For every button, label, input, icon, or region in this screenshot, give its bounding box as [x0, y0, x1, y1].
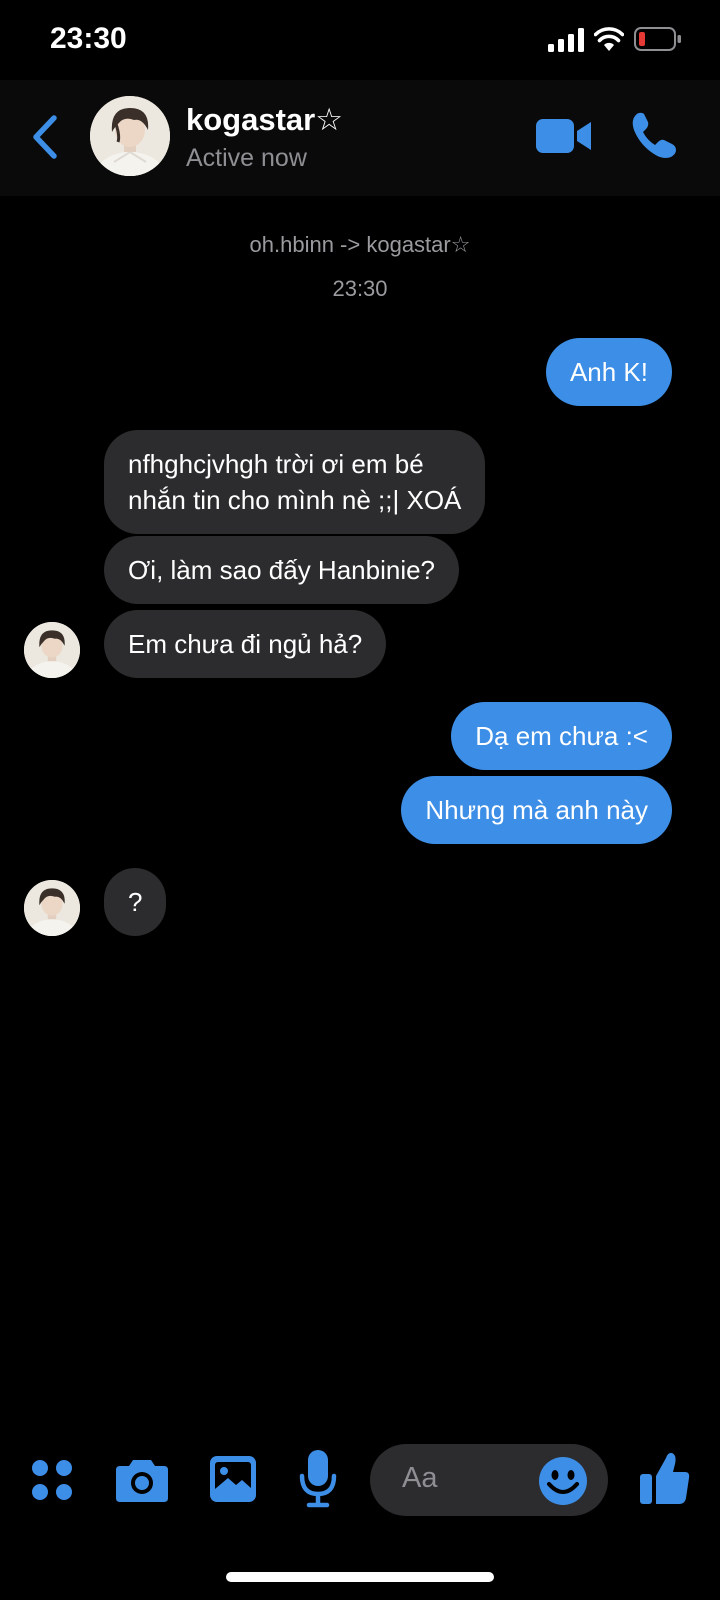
- status-time: 23:30: [50, 22, 127, 55]
- outgoing-message[interactable]: Anh K!: [545, 338, 672, 406]
- message-thread[interactable]: oh.hbinn -> kogastar☆ 23:30 Anh K! nfhgh…: [0, 196, 720, 1416]
- apps-grid-icon[interactable]: [30, 1458, 74, 1502]
- incoming-message[interactable]: Em chưa đi ngủ hả?: [104, 610, 387, 678]
- message-timestamp: 23:30: [332, 276, 388, 301]
- nickname-change-notice: oh.hbinn -> kogastar☆: [249, 232, 471, 257]
- contact-active-status: Active now: [186, 144, 307, 172]
- thumbs-up-icon[interactable]: [640, 1450, 690, 1506]
- incoming-message[interactable]: Ơi, làm sao đấy Hanbinie?: [104, 536, 460, 604]
- outgoing-message[interactable]: Dạ em chưa :<: [451, 702, 672, 770]
- outgoing-message[interactable]: Nhưng mà anh này: [401, 776, 672, 844]
- emoji-icon[interactable]: [538, 1456, 588, 1506]
- contact-name[interactable]: kogastar☆: [186, 102, 343, 138]
- message-input-placeholder: Aa: [402, 1462, 438, 1494]
- home-indicator[interactable]: [226, 1572, 494, 1582]
- incoming-message[interactable]: ?: [104, 868, 167, 936]
- message-composer: Aa: [0, 1440, 720, 1520]
- microphone-icon[interactable]: [298, 1450, 338, 1508]
- sender-avatar[interactable]: [24, 622, 80, 678]
- message-line: nhắn tin cho mình nè ;;| XOÁ: [128, 485, 462, 515]
- status-bar: 23:30: [0, 0, 720, 80]
- message-input[interactable]: Aa: [370, 1444, 608, 1516]
- messenger-chat-screen: 23:30 kogastar☆ Active now oh.hbinn -> k…: [0, 0, 720, 1600]
- camera-icon[interactable]: [116, 1456, 168, 1502]
- message-line: nfhghcjvhgh trời ơi em bé: [128, 449, 424, 479]
- incoming-message[interactable]: nfhghcjvhgh trời ơi em bé nhắn tin cho m…: [104, 430, 486, 534]
- back-arrow-icon[interactable]: [28, 112, 62, 162]
- contact-avatar[interactable]: [90, 96, 170, 176]
- image-icon[interactable]: [210, 1456, 256, 1502]
- wifi-icon: [594, 27, 624, 51]
- sender-avatar[interactable]: [24, 880, 80, 936]
- chat-header: kogastar☆ Active now: [0, 80, 720, 196]
- battery-icon: [634, 27, 681, 51]
- phone-icon[interactable]: [630, 110, 680, 160]
- signal-icon: [548, 28, 584, 52]
- video-camera-icon[interactable]: [536, 116, 592, 156]
